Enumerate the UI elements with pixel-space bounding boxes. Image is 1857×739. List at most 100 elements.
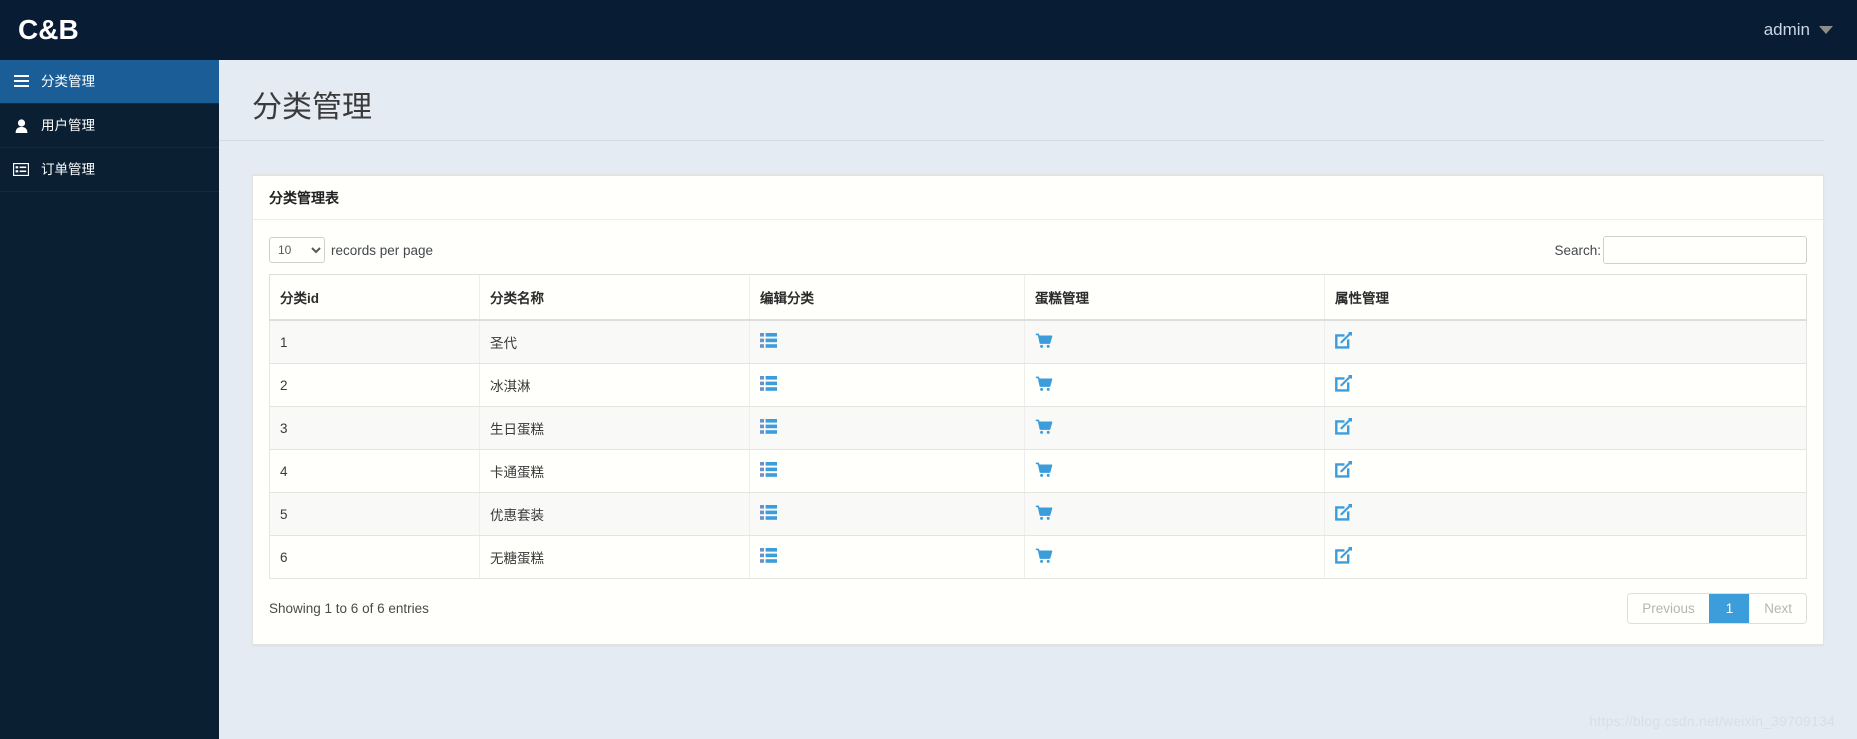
cell-category-name: 优惠套装 — [479, 492, 750, 536]
list-icon[interactable] — [760, 505, 777, 520]
page-length-select[interactable]: 10 25 50 100 — [269, 237, 325, 263]
cell-edit-category — [749, 406, 1025, 450]
cell-edit-category — [749, 535, 1025, 579]
column-header-attr[interactable]: 属性管理 — [1324, 274, 1807, 321]
sidebar-item-order[interactable]: 订单管理 — [0, 148, 219, 192]
table-footer: Showing 1 to 6 of 6 entries Previous 1 N… — [269, 579, 1807, 636]
cell-cake-manage — [1024, 449, 1325, 493]
header-divider — [219, 140, 1824, 141]
column-header-id[interactable]: 分类id — [269, 274, 480, 321]
table-body: 1 圣代 2 冰淇淋 3 生日蛋糕 4 卡通蛋糕 5 优惠套装 6 无糖蛋糕 — [269, 320, 1807, 579]
cell-category-id: 2 — [269, 363, 480, 407]
edit-square-icon[interactable] — [1335, 418, 1352, 435]
sidebar-item-category[interactable]: 分类管理 — [0, 60, 219, 104]
shopping-cart-icon[interactable] — [1035, 333, 1053, 349]
shopping-cart-icon[interactable] — [1035, 548, 1053, 564]
table-row: 3 生日蛋糕 — [269, 406, 1807, 450]
shopping-cart-icon[interactable] — [1035, 419, 1053, 435]
cell-cake-manage — [1024, 535, 1325, 579]
cell-cake-manage — [1024, 320, 1325, 364]
table-row: 2 冰淇淋 — [269, 363, 1807, 407]
cell-cake-manage — [1024, 406, 1325, 450]
table-head: 分类id 分类名称 编辑分类 蛋糕管理 属性管理 — [269, 274, 1807, 321]
cell-attr-manage — [1324, 406, 1807, 450]
sidebar: 分类管理 用户管理 订单管理 — [0, 60, 219, 739]
list-icon[interactable] — [760, 462, 777, 477]
user-icon — [9, 118, 33, 133]
list-icon[interactable] — [760, 419, 777, 434]
cell-category-name: 生日蛋糕 — [479, 406, 750, 450]
table-row: 6 无糖蛋糕 — [269, 535, 1807, 579]
cell-edit-category — [749, 449, 1025, 493]
top-navbar: C&B admin — [0, 0, 1857, 60]
table-row: 5 优惠套装 — [269, 492, 1807, 536]
page-header: 分类管理 — [219, 60, 1857, 140]
sidebar-item-label: 订单管理 — [41, 161, 95, 177]
search-label: Search: — [1554, 242, 1601, 258]
pagination-page-1[interactable]: 1 — [1708, 594, 1750, 623]
edit-square-icon[interactable] — [1335, 504, 1352, 521]
sidebar-item-label: 用户管理 — [41, 117, 95, 133]
edit-square-icon[interactable] — [1335, 547, 1352, 564]
sidebar-item-user[interactable]: 用户管理 — [0, 104, 219, 148]
panel-body: 10 25 50 100 records per page Search: — [253, 220, 1823, 644]
sidebar-item-label: 分类管理 — [41, 73, 95, 89]
cell-category-id: 4 — [269, 449, 480, 493]
page-length-control: 10 25 50 100 records per page — [269, 237, 433, 263]
category-panel: 分类管理表 10 25 50 100 records per page — [252, 174, 1824, 645]
app-root: C&B admin 分类管理 用户管理 订单管理 分类管理 分类管理表 10 r… — [0, 0, 1857, 739]
cell-category-name: 卡通蛋糕 — [479, 449, 750, 493]
records-per-page-label: records per page — [331, 242, 434, 258]
search-control: Search: — [1554, 236, 1807, 264]
cell-cake-manage — [1024, 363, 1325, 407]
shopping-cart-icon[interactable] — [1035, 505, 1053, 521]
chevron-down-icon — [1819, 26, 1833, 34]
panel-title: 分类管理表 — [269, 190, 339, 206]
cell-edit-category — [749, 320, 1025, 364]
pagination-next[interactable]: Next — [1749, 594, 1806, 623]
table-controls: 10 25 50 100 records per page Search: — [269, 230, 1807, 274]
table-row: 1 圣代 — [269, 320, 1807, 364]
cell-category-id: 5 — [269, 492, 480, 536]
cell-attr-manage — [1324, 363, 1807, 407]
cell-category-name: 圣代 — [479, 320, 750, 364]
watermark: https://blog.csdn.net/weixin_39709134 — [1589, 713, 1835, 729]
search-input[interactable] — [1603, 236, 1807, 264]
list-icon[interactable] — [760, 548, 777, 563]
pagination-previous[interactable]: Previous — [1628, 594, 1709, 623]
pagination: Previous 1 Next — [1627, 593, 1807, 624]
cell-edit-category — [749, 492, 1025, 536]
column-header-name[interactable]: 分类名称 — [479, 274, 750, 321]
cell-cake-manage — [1024, 492, 1325, 536]
column-header-cake[interactable]: 蛋糕管理 — [1024, 274, 1325, 321]
shopping-cart-icon[interactable] — [1035, 462, 1053, 478]
cell-attr-manage — [1324, 492, 1807, 536]
bars-icon — [9, 75, 33, 88]
list-icon[interactable] — [760, 376, 777, 391]
cell-category-id: 1 — [269, 320, 480, 364]
cell-attr-manage — [1324, 449, 1807, 493]
table-header-row: 分类id 分类名称 编辑分类 蛋糕管理 属性管理 — [269, 274, 1807, 321]
edit-square-icon[interactable] — [1335, 375, 1352, 392]
brand-logo[interactable]: C&B — [0, 0, 79, 60]
category-table: 分类id 分类名称 编辑分类 蛋糕管理 属性管理 1 圣代 2 冰淇淋 3 生日蛋糕 4 卡通… — [269, 274, 1807, 579]
cell-attr-manage — [1324, 320, 1807, 364]
user-menu[interactable]: admin — [1764, 20, 1857, 40]
user-name-label: admin — [1763, 20, 1810, 39]
list-alt-icon — [9, 163, 33, 176]
cell-category-name: 无糖蛋糕 — [479, 535, 750, 579]
cell-category-id: 3 — [269, 406, 480, 450]
main-content: 分类管理 分类管理表 10 25 50 100 recor — [219, 60, 1857, 739]
table-row: 4 卡通蛋糕 — [269, 449, 1807, 493]
column-header-edit[interactable]: 编辑分类 — [749, 274, 1025, 321]
table-info: Showing 1 to 6 of 6 entries — [269, 601, 429, 616]
cell-category-id: 6 — [269, 535, 480, 579]
cell-edit-category — [749, 363, 1025, 407]
shopping-cart-icon[interactable] — [1035, 376, 1053, 392]
cell-category-name: 冰淇淋 — [479, 363, 750, 407]
edit-square-icon[interactable] — [1335, 332, 1352, 349]
panel-header: 分类管理表 — [253, 176, 1823, 220]
edit-square-icon[interactable] — [1335, 461, 1352, 478]
cell-attr-manage — [1324, 535, 1807, 579]
list-icon[interactable] — [760, 333, 777, 348]
